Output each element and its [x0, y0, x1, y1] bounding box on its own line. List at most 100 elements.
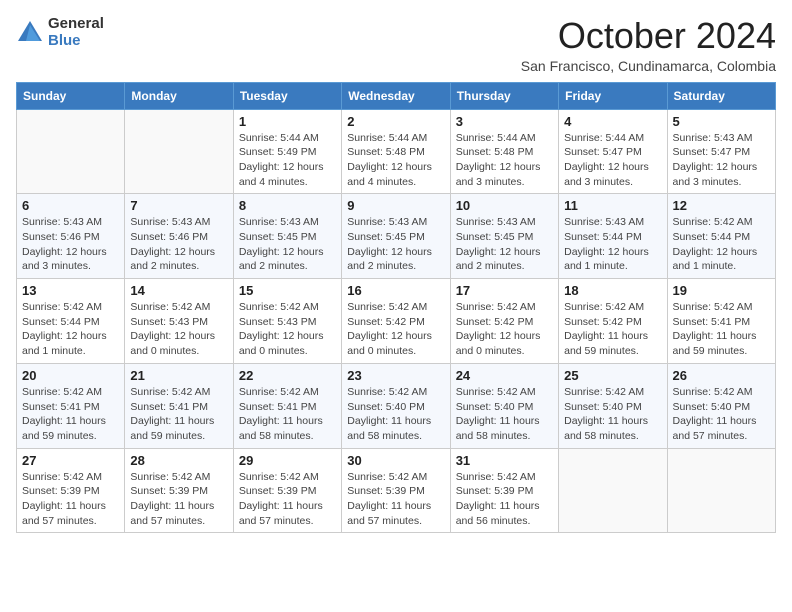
calendar-day-cell: 9 Sunrise: 5:43 AMSunset: 5:45 PMDaylight…	[342, 194, 450, 279]
calendar-week-row: 27 Sunrise: 5:42 AMSunset: 5:39 PMDayligh…	[17, 448, 776, 533]
calendar-week-row: 1Sunrise: 5:44 AMSunset: 5:49 PMDaylight…	[17, 109, 776, 194]
calendar-week-row: 20 Sunrise: 5:42 AMSunset: 5:41 PMDayligh…	[17, 363, 776, 448]
calendar-day-cell: 5 Sunrise: 5:43 AMSunset: 5:47 PMDaylight…	[667, 109, 775, 194]
day-number: 20	[22, 368, 119, 383]
day-info: Sunrise: 5:42 AMSunset: 5:39 PMDaylight:…	[130, 470, 227, 529]
month-title: October 2024	[521, 16, 776, 56]
calendar-day-cell: 4Sunrise: 5:44 AMSunset: 5:47 PMDaylight…	[559, 109, 667, 194]
day-info: Sunrise: 5:42 AMSunset: 5:41 PMDaylight:…	[130, 385, 227, 444]
day-info: Sunrise: 5:43 AMSunset: 5:44 PMDaylight:…	[564, 215, 661, 274]
day-info: Sunrise: 5:42 AMSunset: 5:44 PMDaylight:…	[673, 215, 770, 274]
day-number: 1	[239, 114, 336, 129]
calendar-week-row: 13 Sunrise: 5:42 AMSunset: 5:44 PMDayligh…	[17, 279, 776, 364]
day-info: Sunrise: 5:42 AMSunset: 5:41 PMDaylight:…	[22, 385, 119, 444]
day-number: 3	[456, 114, 553, 129]
day-number: 26	[673, 368, 770, 383]
day-number: 5	[673, 114, 770, 129]
day-info: Sunrise: 5:42 AMSunset: 5:40 PMDaylight:…	[347, 385, 444, 444]
day-info: Sunrise: 5:42 AMSunset: 5:44 PMDaylight:…	[22, 300, 119, 359]
day-number: 18	[564, 283, 661, 298]
calendar-day-cell: 2 Sunrise: 5:44 AMSunset: 5:48 PMDaylight…	[342, 109, 450, 194]
day-info: Sunrise: 5:42 AMSunset: 5:43 PMDaylight:…	[130, 300, 227, 359]
day-info: Sunrise: 5:43 AMSunset: 5:46 PMDaylight:…	[22, 215, 119, 274]
calendar-day-cell: 23 Sunrise: 5:42 AMSunset: 5:40 PMDayligh…	[342, 363, 450, 448]
day-number: 25	[564, 368, 661, 383]
day-number: 6	[22, 198, 119, 213]
day-number: 27	[22, 453, 119, 468]
day-number: 29	[239, 453, 336, 468]
day-info: Sunrise: 5:42 AMSunset: 5:42 PMDaylight:…	[347, 300, 444, 359]
day-info: Sunrise: 5:44 AMSunset: 5:48 PMDaylight:…	[347, 131, 444, 190]
day-number: 17	[456, 283, 553, 298]
weekday-header: Friday	[559, 82, 667, 109]
calendar-day-cell: 11Sunrise: 5:43 AMSunset: 5:44 PMDayligh…	[559, 194, 667, 279]
day-info: Sunrise: 5:42 AMSunset: 5:42 PMDaylight:…	[456, 300, 553, 359]
day-info: Sunrise: 5:44 AMSunset: 5:47 PMDaylight:…	[564, 131, 661, 190]
day-info: Sunrise: 5:42 AMSunset: 5:40 PMDaylight:…	[564, 385, 661, 444]
day-number: 24	[456, 368, 553, 383]
day-info: Sunrise: 5:42 AMSunset: 5:40 PMDaylight:…	[456, 385, 553, 444]
title-block: October 2024 San Francisco, Cundinamarca…	[521, 16, 776, 74]
logo-general: General	[48, 16, 104, 33]
calendar-day-cell: 15Sunrise: 5:42 AMSunset: 5:43 PMDayligh…	[233, 279, 341, 364]
day-number: 10	[456, 198, 553, 213]
calendar-day-cell: 29 Sunrise: 5:42 AMSunset: 5:39 PMDayligh…	[233, 448, 341, 533]
day-info: Sunrise: 5:43 AMSunset: 5:45 PMDaylight:…	[456, 215, 553, 274]
day-info: Sunrise: 5:43 AMSunset: 5:46 PMDaylight:…	[130, 215, 227, 274]
day-number: 31	[456, 453, 553, 468]
day-number: 23	[347, 368, 444, 383]
location-subtitle: San Francisco, Cundinamarca, Colombia	[521, 58, 776, 74]
page-header: General Blue October 2024 San Francisco,…	[16, 16, 776, 74]
calendar-day-cell: 6 Sunrise: 5:43 AMSunset: 5:46 PMDaylight…	[17, 194, 125, 279]
calendar-day-cell: 8Sunrise: 5:43 AMSunset: 5:45 PMDaylight…	[233, 194, 341, 279]
day-number: 15	[239, 283, 336, 298]
day-info: Sunrise: 5:42 AMSunset: 5:39 PMDaylight:…	[347, 470, 444, 529]
day-info: Sunrise: 5:42 AMSunset: 5:41 PMDaylight:…	[673, 300, 770, 359]
day-info: Sunrise: 5:42 AMSunset: 5:41 PMDaylight:…	[239, 385, 336, 444]
calendar-day-cell: 12Sunrise: 5:42 AMSunset: 5:44 PMDayligh…	[667, 194, 775, 279]
calendar-table: SundayMondayTuesdayWednesdayThursdayFrid…	[16, 82, 776, 534]
day-info: Sunrise: 5:44 AMSunset: 5:48 PMDaylight:…	[456, 131, 553, 190]
day-number: 28	[130, 453, 227, 468]
calendar-day-cell: 10 Sunrise: 5:43 AMSunset: 5:45 PMDayligh…	[450, 194, 558, 279]
day-number: 9	[347, 198, 444, 213]
weekday-header: Saturday	[667, 82, 775, 109]
calendar-day-cell: 19 Sunrise: 5:42 AMSunset: 5:41 PMDayligh…	[667, 279, 775, 364]
day-number: 14	[130, 283, 227, 298]
day-number: 13	[22, 283, 119, 298]
calendar-day-cell: 13 Sunrise: 5:42 AMSunset: 5:44 PMDayligh…	[17, 279, 125, 364]
calendar-day-cell: 21Sunrise: 5:42 AMSunset: 5:41 PMDayligh…	[125, 363, 233, 448]
day-info: Sunrise: 5:43 AMSunset: 5:45 PMDaylight:…	[239, 215, 336, 274]
calendar-week-row: 6 Sunrise: 5:43 AMSunset: 5:46 PMDaylight…	[17, 194, 776, 279]
calendar-day-cell: 3 Sunrise: 5:44 AMSunset: 5:48 PMDaylight…	[450, 109, 558, 194]
weekday-header: Thursday	[450, 82, 558, 109]
calendar-day-cell: 24 Sunrise: 5:42 AMSunset: 5:40 PMDayligh…	[450, 363, 558, 448]
day-info: Sunrise: 5:42 AMSunset: 5:42 PMDaylight:…	[564, 300, 661, 359]
day-info: Sunrise: 5:42 AMSunset: 5:40 PMDaylight:…	[673, 385, 770, 444]
calendar-day-cell: 7 Sunrise: 5:43 AMSunset: 5:46 PMDaylight…	[125, 194, 233, 279]
calendar-day-cell	[667, 448, 775, 533]
day-info: Sunrise: 5:43 AMSunset: 5:45 PMDaylight:…	[347, 215, 444, 274]
calendar-day-cell: 30Sunrise: 5:42 AMSunset: 5:39 PMDayligh…	[342, 448, 450, 533]
calendar-day-cell: 26 Sunrise: 5:42 AMSunset: 5:40 PMDayligh…	[667, 363, 775, 448]
day-info: Sunrise: 5:43 AMSunset: 5:47 PMDaylight:…	[673, 131, 770, 190]
weekday-header: Wednesday	[342, 82, 450, 109]
calendar-day-cell: 20 Sunrise: 5:42 AMSunset: 5:41 PMDayligh…	[17, 363, 125, 448]
logo-icon	[16, 19, 44, 47]
weekday-header: Sunday	[17, 82, 125, 109]
logo-text: General Blue	[48, 16, 104, 49]
day-number: 7	[130, 198, 227, 213]
day-number: 19	[673, 283, 770, 298]
logo-blue: Blue	[48, 33, 104, 50]
day-info: Sunrise: 5:42 AMSunset: 5:39 PMDaylight:…	[239, 470, 336, 529]
calendar-day-cell: 17 Sunrise: 5:42 AMSunset: 5:42 PMDayligh…	[450, 279, 558, 364]
calendar-day-cell	[125, 109, 233, 194]
weekday-header: Monday	[125, 82, 233, 109]
calendar-day-cell: 27Sunrise: 5:42 AMSunset: 5:39 PMDayligh…	[17, 448, 125, 533]
day-number: 2	[347, 114, 444, 129]
day-number: 22	[239, 368, 336, 383]
calendar-day-cell: 18 Sunrise: 5:42 AMSunset: 5:42 PMDayligh…	[559, 279, 667, 364]
day-number: 16	[347, 283, 444, 298]
calendar-day-cell: 16 Sunrise: 5:42 AMSunset: 5:42 PMDayligh…	[342, 279, 450, 364]
calendar-day-cell: 25 Sunrise: 5:42 AMSunset: 5:40 PMDayligh…	[559, 363, 667, 448]
